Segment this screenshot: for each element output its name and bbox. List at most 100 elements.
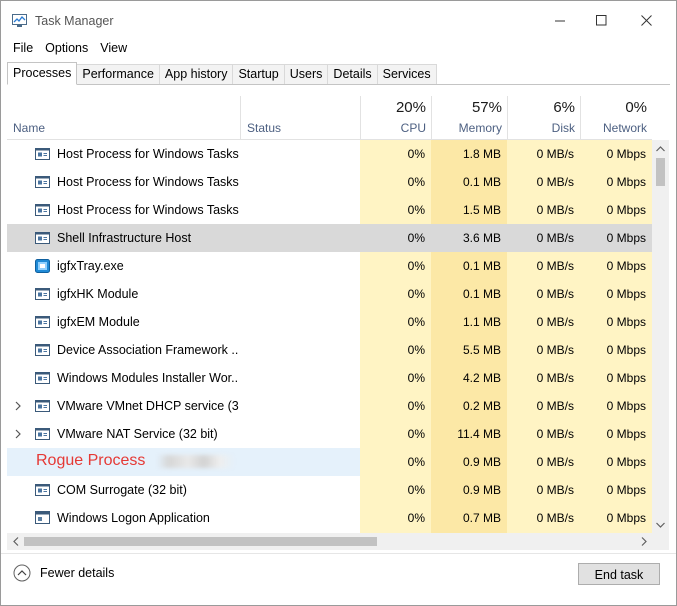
process-row[interactable]: COM Surrogate (32 bit) 0% 0.9 MB 0 MB/s 0 Mb…	[7, 476, 652, 504]
process-row[interactable]: Host Process for Windows Tasks 0% 0.1 MB 0 …	[7, 168, 652, 196]
disk-cell: 0 MB/s	[536, 231, 574, 245]
disk-cell: 0 MB/s	[536, 483, 574, 497]
tab-details[interactable]: Details	[328, 64, 378, 85]
process-row[interactable]: Host Process for Windows Tasks 0% 1.8 MB 0 …	[7, 140, 652, 168]
process-row[interactable]: igfxTray.exe 0% 0.1 MB 0 MB/s 0 Mbps	[7, 252, 652, 280]
memory-cell: 0.1 MB	[462, 259, 501, 273]
process-row[interactable]: Shell Infrastructure Host 0% 3.6 MB 0 MB/s 0…	[7, 224, 652, 252]
process-row[interactable]: Device Association Framework ... 0% 5.5 MB…	[7, 336, 652, 364]
fewer-details-label: Fewer details	[40, 566, 115, 580]
cpu-cell: 0%	[407, 287, 425, 301]
disk-total-percent: 6%	[553, 99, 575, 116]
tab-services[interactable]: Services	[377, 64, 437, 85]
process-row[interactable]: igfxEM Module 0% 1.1 MB 0 MB/s 0 Mbps	[7, 308, 652, 336]
menu-file[interactable]: File	[7, 40, 39, 58]
tab-divider	[7, 84, 670, 85]
window-title: Task Manager	[35, 14, 114, 28]
column-name-label: Name	[13, 121, 46, 135]
task-manager-window: Task Manager File Options View Processes…	[0, 0, 677, 606]
memory-cell: 5.5 MB	[462, 343, 501, 357]
process-icon	[35, 316, 50, 328]
memory-cell: 0.9 MB	[462, 455, 501, 469]
column-network[interactable]: 0% Network	[580, 96, 653, 139]
process-row[interactable]: Host Process for Windows Tasks 0% 1.5 MB 0 …	[7, 196, 652, 224]
cpu-cell: 0%	[407, 203, 425, 217]
process-name: Host Process for Windows Tasks	[57, 147, 239, 161]
cpu-cell: 0%	[407, 315, 425, 329]
network-cell: 0 Mbps	[606, 315, 646, 329]
horizontal-scroll-thumb[interactable]	[24, 537, 377, 546]
memory-cell: 4.2 MB	[462, 371, 501, 385]
process-row[interactable]: igfxHK Module 0% 0.1 MB 0 MB/s 0 Mbps	[7, 280, 652, 308]
end-task-button[interactable]: End task	[578, 563, 660, 585]
disk-cell: 0 MB/s	[536, 259, 574, 273]
scroll-down-icon[interactable]	[652, 516, 669, 533]
disk-cell: 0 MB/s	[536, 203, 574, 217]
memory-cell: 0.9 MB	[462, 483, 501, 497]
network-cell: 0 Mbps	[606, 259, 646, 273]
process-name: Host Process for Windows Tasks	[57, 203, 239, 217]
disk-cell: 0 MB/s	[536, 315, 574, 329]
fewer-details-button[interactable]: Fewer details	[13, 564, 114, 582]
disk-cell: 0 MB/s	[536, 287, 574, 301]
column-disk[interactable]: 6% Disk	[507, 96, 581, 139]
scroll-left-icon[interactable]	[7, 533, 24, 550]
expand-chevron-icon[interactable]	[13, 429, 23, 439]
menu-view[interactable]: View	[94, 40, 133, 58]
title-bar[interactable]: Task Manager	[1, 1, 676, 39]
close-button[interactable]	[623, 1, 669, 39]
scroll-up-icon[interactable]	[652, 140, 669, 157]
footer-divider	[1, 553, 676, 554]
memory-cell: 0.7 MB	[462, 511, 501, 525]
column-cpu[interactable]: 20% CPU	[360, 96, 432, 139]
tab-processes[interactable]: Processes	[7, 62, 78, 85]
network-cell: 0 Mbps	[606, 343, 646, 357]
close-icon	[640, 14, 652, 26]
expand-chevron-icon[interactable]	[13, 401, 23, 411]
horizontal-scrollbar[interactable]	[7, 533, 669, 550]
process-icon	[35, 204, 50, 216]
column-memory-label: Memory	[458, 121, 502, 135]
cpu-cell: 0%	[407, 343, 425, 357]
process-row[interactable]: Rogue Process 0% 0.9 MB 0 MB/s 0 Mbps	[7, 448, 652, 476]
tab-app-history[interactable]: App history	[159, 64, 234, 85]
process-icon	[35, 372, 50, 384]
cpu-cell: 0%	[407, 483, 425, 497]
network-cell: 0 Mbps	[606, 147, 646, 161]
network-cell: 0 Mbps	[606, 455, 646, 469]
chevron-up-circle-icon	[13, 564, 31, 582]
process-list: Host Process for Windows Tasks 0% 1.8 MB 0 …	[7, 140, 652, 533]
tab-startup[interactable]: Startup	[233, 64, 285, 85]
column-status[interactable]: Status	[240, 96, 361, 139]
column-name[interactable]: Name	[7, 96, 240, 139]
process-name: COM Surrogate (32 bit)	[57, 483, 187, 497]
cpu-total-percent: 20%	[395, 99, 426, 116]
minimize-button[interactable]	[537, 1, 583, 39]
process-row[interactable]: Windows Modules Installer Wor... 0% 4.2 MB…	[7, 364, 652, 392]
tab-strip: Processes Performance App history Startu…	[7, 62, 437, 85]
network-cell: 0 Mbps	[606, 371, 646, 385]
rogue-process-label: Rogue Process	[36, 452, 146, 469]
maximize-icon	[595, 14, 606, 25]
vertical-scrollbar[interactable]	[652, 140, 669, 533]
tab-performance[interactable]: Performance	[77, 64, 160, 85]
network-cell: 0 Mbps	[606, 231, 646, 245]
scroll-right-icon[interactable]	[635, 533, 652, 550]
process-row[interactable]: VMware VMnet DHCP service (3... 0% 0.2 MB 0…	[7, 392, 652, 420]
process-name: Windows Logon Application	[57, 511, 210, 525]
network-cell: 0 Mbps	[606, 427, 646, 441]
memory-cell: 0.2 MB	[462, 399, 501, 413]
memory-cell: 3.6 MB	[462, 231, 501, 245]
cpu-cell: 0%	[407, 259, 425, 273]
process-icon	[35, 428, 50, 440]
process-icon	[35, 148, 50, 160]
network-cell: 0 Mbps	[606, 511, 646, 525]
process-row[interactable]: Windows Logon Application 0% 0.7 MB 0 MB/s 0…	[7, 504, 652, 532]
maximize-button[interactable]	[578, 1, 624, 39]
menu-options[interactable]: Options	[39, 40, 94, 58]
vertical-scroll-thumb[interactable]	[656, 158, 665, 186]
disk-cell: 0 MB/s	[536, 175, 574, 189]
column-memory[interactable]: 57% Memory	[431, 96, 508, 139]
tab-users[interactable]: Users	[284, 64, 329, 85]
process-row[interactable]: VMware NAT Service (32 bit) 0% 11.4 MB 0 MB…	[7, 420, 652, 448]
